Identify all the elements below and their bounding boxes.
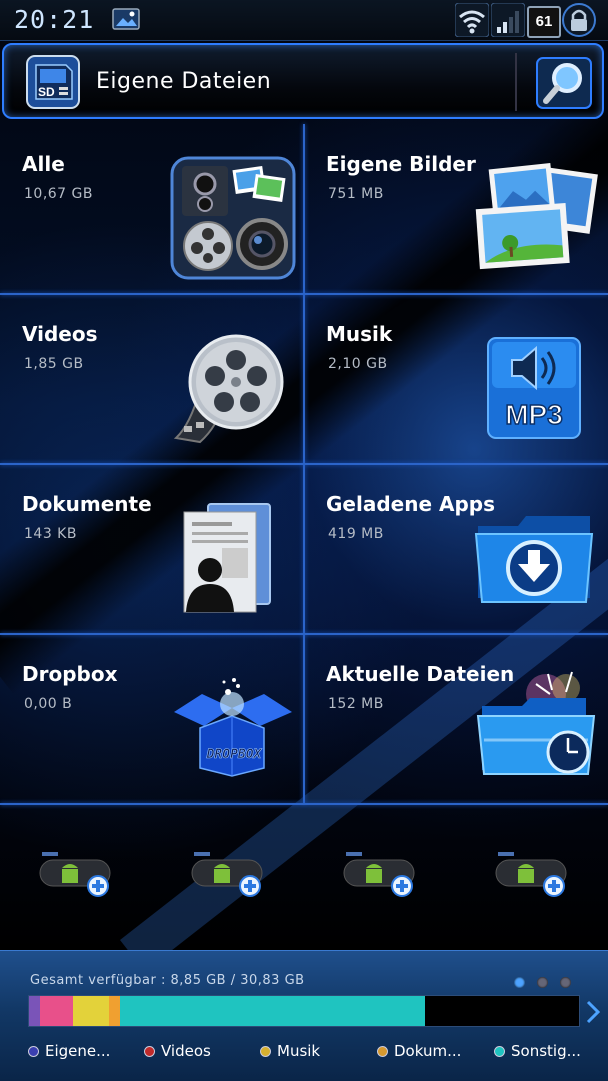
shortcut-row — [0, 850, 608, 910]
media-collection-icon — [170, 156, 296, 280]
usage-segment — [73, 996, 109, 1026]
category-size: 751 MB — [328, 186, 384, 202]
legend-label: Eigene... — [45, 1042, 111, 1060]
gallery-icon — [112, 8, 140, 30]
usage-segment — [40, 996, 73, 1026]
category-tile-videos[interactable]: Videos 1,85 GB — [0, 294, 304, 464]
add-android-shortcut-icon[interactable] — [38, 850, 116, 900]
legend-item: Sonstig... — [494, 1042, 581, 1060]
legend-label: Sonstig... — [511, 1042, 581, 1060]
status-bar: 20:21 61 — [0, 0, 608, 41]
storage-usage-bar — [28, 995, 580, 1027]
legend-dot — [144, 1046, 155, 1057]
category-title: Alle — [22, 152, 65, 176]
header-bar: SD Eigene Dateien — [2, 43, 604, 119]
film-reel-icon — [173, 334, 284, 444]
battery-indicator: 61 — [527, 6, 561, 38]
category-title: Videos — [22, 322, 98, 346]
category-title: Eigene Bilder — [326, 152, 476, 176]
legend-label: Musik — [277, 1042, 321, 1060]
usage-segment — [119, 996, 425, 1026]
legend-item: Videos — [144, 1042, 211, 1060]
legend-item: Eigene... — [28, 1042, 110, 1060]
dropbox-label: DROPBOX — [206, 747, 263, 762]
add-android-shortcut-icon[interactable] — [190, 850, 268, 900]
usage-segment — [108, 996, 120, 1026]
sd-label: SD — [38, 85, 55, 99]
category-title: Musik — [326, 322, 393, 346]
download-folder-icon — [474, 516, 594, 603]
mp3-label: MP3 — [505, 399, 563, 430]
usage-segment — [29, 996, 40, 1026]
legend-dot — [377, 1046, 388, 1057]
category-tile-eigene-bilder[interactable]: Eigene Bilder 751 MB — [304, 124, 608, 294]
category-size: 2,10 GB — [328, 356, 388, 372]
category-size: 0,00 B — [24, 696, 73, 712]
pictures-icon — [475, 163, 598, 270]
page-dot[interactable] — [560, 977, 571, 988]
category-title: Geladene Apps — [326, 492, 495, 516]
wifi-icon — [455, 3, 489, 37]
lock-icon — [562, 3, 596, 37]
chevron-right-icon[interactable] — [586, 1000, 600, 1024]
page-title: Eigene Dateien — [96, 69, 272, 94]
legend-label: Dokum... — [394, 1042, 462, 1060]
legend-dot — [28, 1046, 39, 1057]
page-dot[interactable] — [537, 977, 548, 988]
legend-item: Dokum... — [377, 1042, 461, 1060]
sd-card-icon[interactable]: SD — [26, 55, 80, 109]
category-tile-dropbox[interactable]: Dropbox 0,00 B DROPBOX — [0, 634, 304, 804]
clock: 20:21 — [14, 5, 95, 34]
storage-legend: Eigene... Videos Musik Dokum... Sonstig.… — [0, 1042, 608, 1066]
category-size: 152 MB — [328, 696, 384, 712]
legend-dot — [494, 1046, 505, 1057]
category-title: Dokumente — [22, 492, 152, 516]
add-android-shortcut-icon[interactable] — [342, 850, 420, 900]
recent-files-icon — [476, 671, 596, 775]
document-icon — [183, 503, 271, 613]
storage-summary: Gesamt verfügbar : 8,85 GB / 30,83 GB — [30, 973, 305, 988]
dropbox-icon: DROPBOX — [174, 678, 292, 777]
legend-label: Videos — [161, 1042, 211, 1060]
category-size: 419 MB — [328, 526, 384, 542]
legend-item: Musik — [260, 1042, 320, 1060]
signal-icon — [491, 3, 525, 37]
header-divider — [515, 53, 517, 111]
category-size: 10,67 GB — [24, 186, 93, 202]
category-size: 1,85 GB — [24, 356, 84, 372]
category-tile-geladene-apps[interactable]: Geladene Apps 419 MB — [304, 464, 608, 634]
category-size: 143 KB — [24, 526, 77, 542]
category-tile-alle[interactable]: Alle 10,67 GB — [0, 124, 304, 294]
page-indicator — [514, 973, 583, 992]
page-dot[interactable] — [514, 977, 525, 988]
add-android-shortcut-icon[interactable] — [494, 850, 572, 900]
category-tile-aktuelle-dateien[interactable]: Aktuelle Dateien 152 MB — [304, 634, 608, 804]
category-title: Dropbox — [22, 662, 118, 686]
category-tile-dokumente[interactable]: Dokumente 143 KB — [0, 464, 304, 634]
mp3-icon: MP3 — [487, 337, 581, 439]
category-grid: Alle 10,67 GB Eigene Bilder 751 MB Video… — [0, 124, 608, 804]
legend-dot — [260, 1046, 271, 1057]
search-icon[interactable] — [536, 57, 592, 109]
category-tile-musik[interactable]: Musik 2,10 GB MP3 — [304, 294, 608, 464]
